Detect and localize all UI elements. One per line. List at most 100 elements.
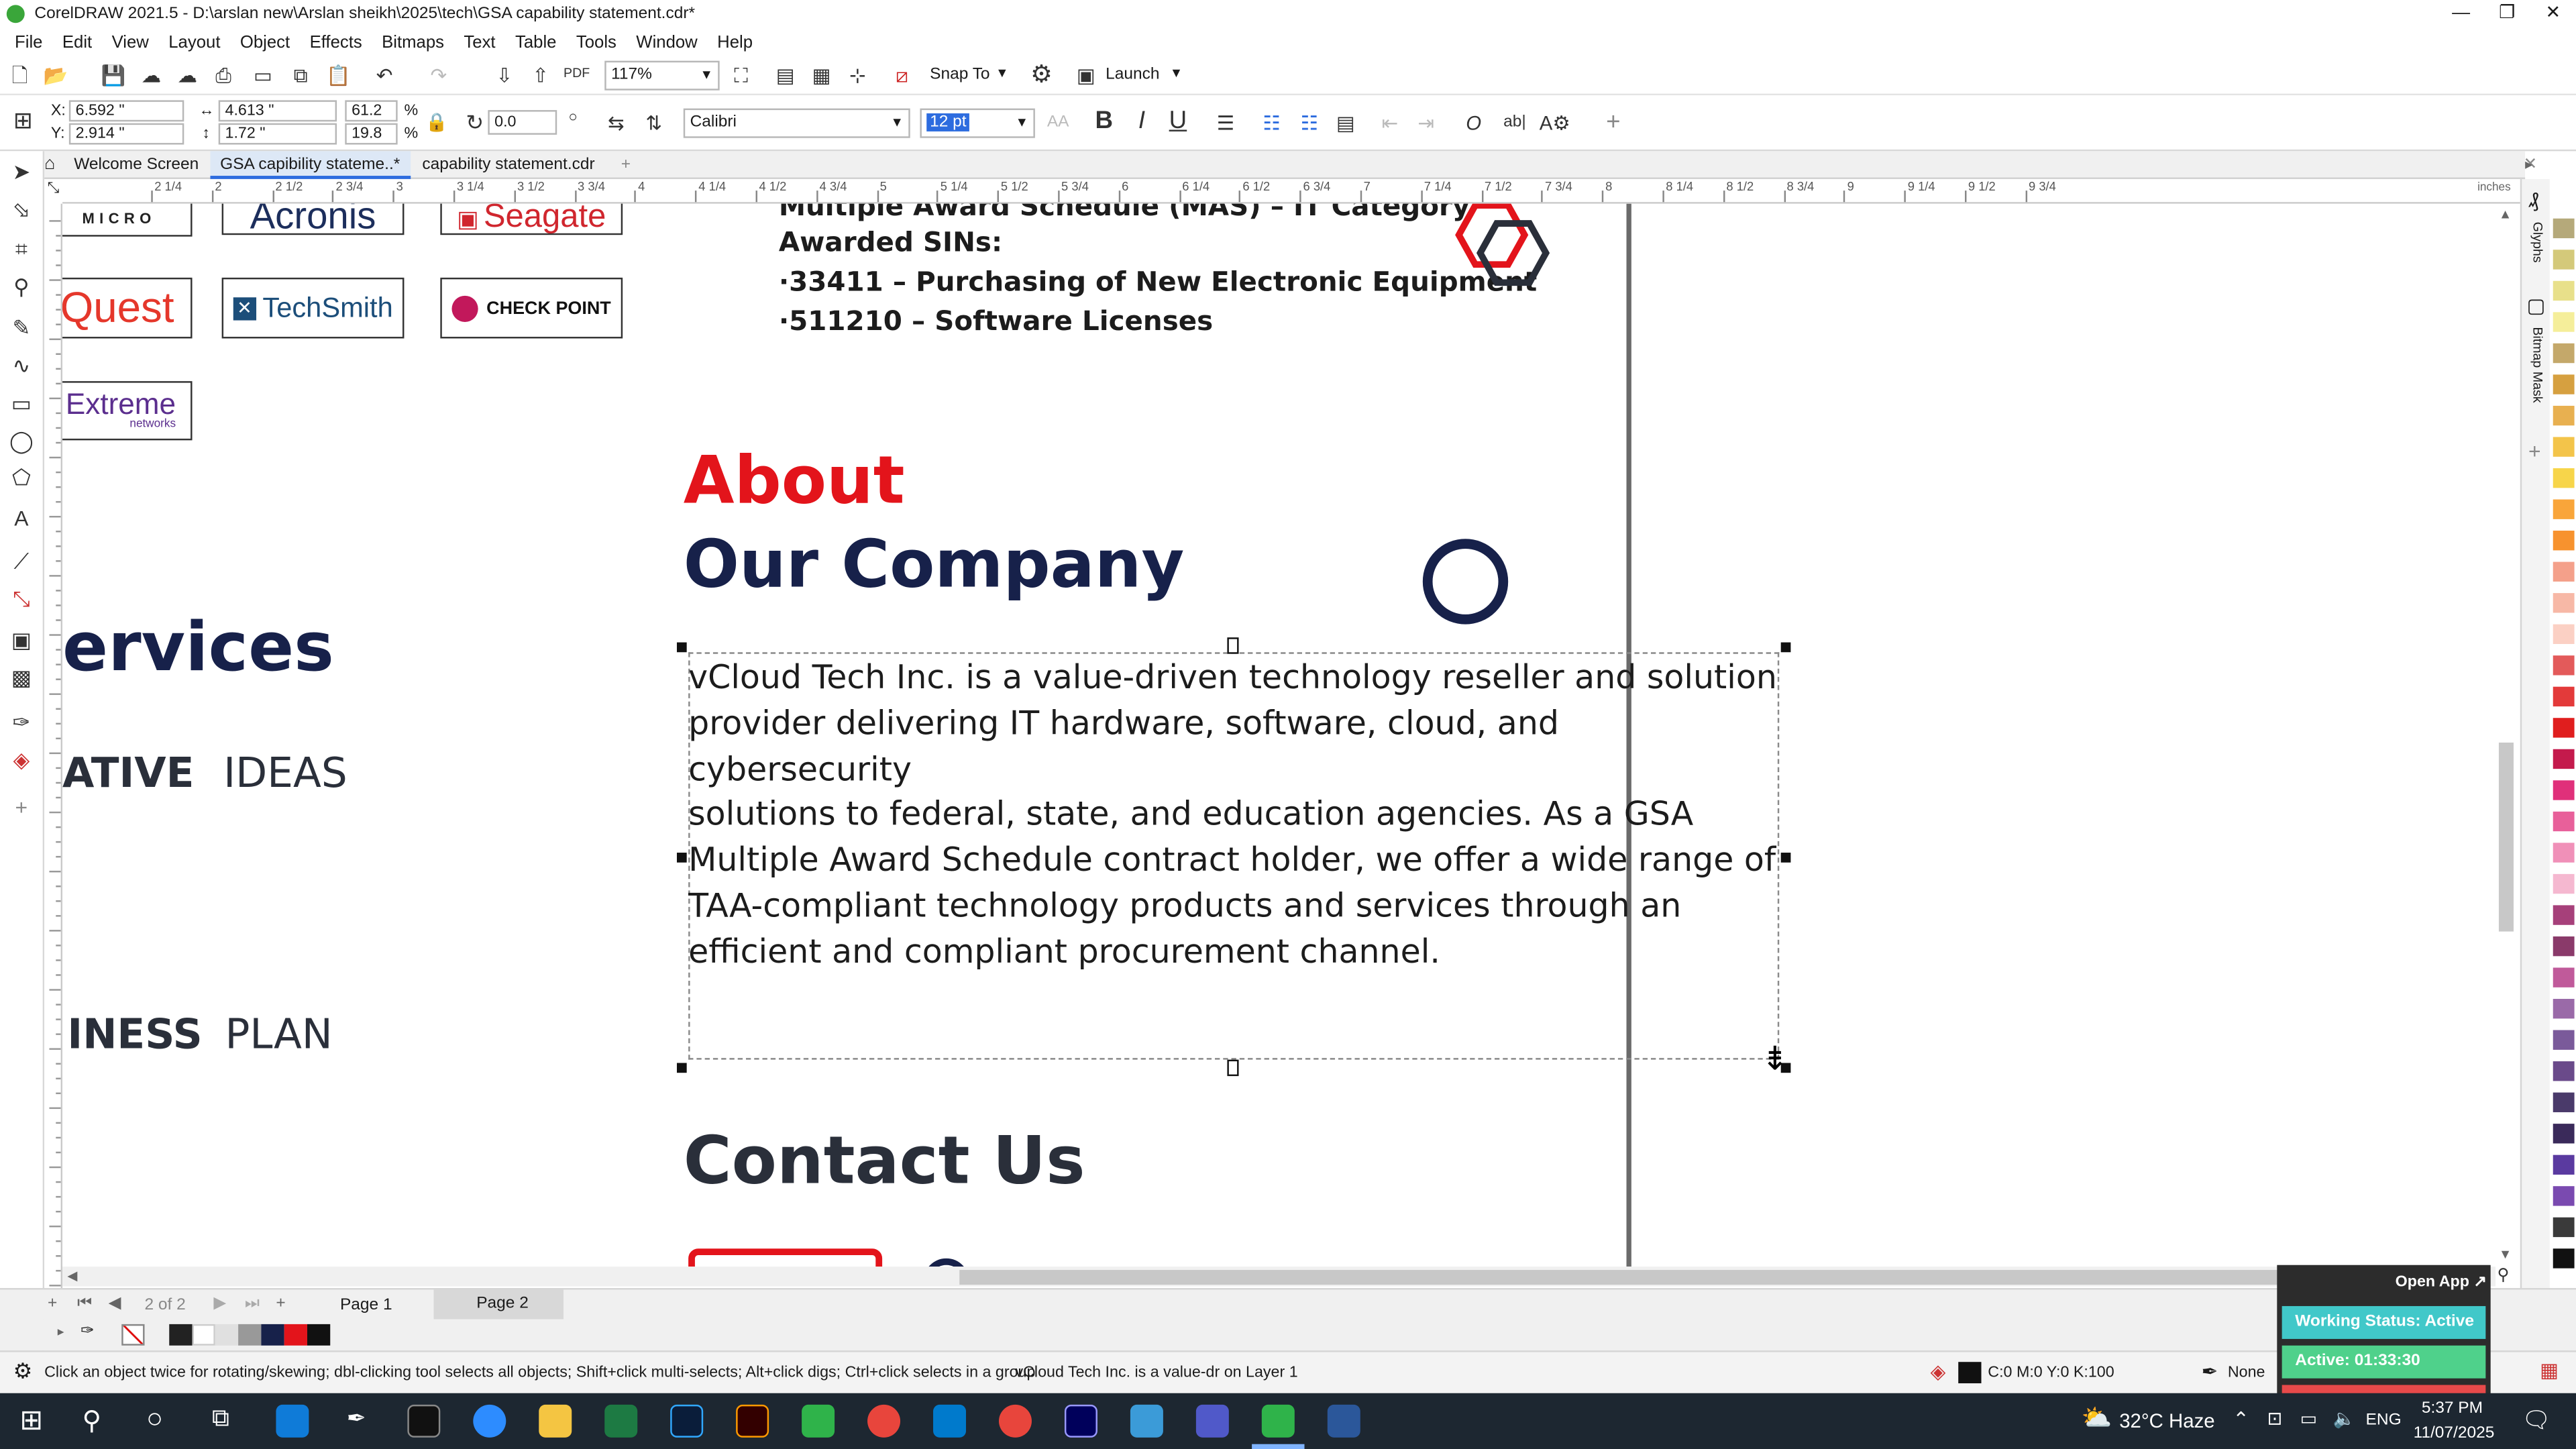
tab-welcome-screen[interactable]: Welcome Screen — [64, 151, 209, 179]
maximize-button[interactable]: ❐ — [2484, 0, 2530, 28]
drop-cap-icon[interactable]: ▤ — [1332, 109, 1358, 138]
menu-tools[interactable]: Tools — [566, 32, 626, 52]
transparency-icon[interactable]: ▩ — [7, 665, 36, 692]
horizontal-ruler[interactable]: 2 1/4 2 2 1/2 2 3/4 3 3 1/4 3 1/2 3 3/4 4 4 1/4 4 … — [62, 178, 2522, 204]
palette-swatch[interactable] — [2553, 1248, 2575, 1269]
palette-swatch[interactable] — [2553, 655, 2575, 676]
add-page-icon[interactable]: + — [48, 1295, 57, 1313]
palette-swatch[interactable] — [2553, 468, 2575, 488]
palette-swatch[interactable] — [2553, 499, 2575, 519]
coreldraw-active-icon[interactable] — [1261, 1404, 1295, 1438]
print-icon[interactable]: ⎙ — [210, 61, 236, 91]
color-palette[interactable] — [2549, 178, 2576, 1313]
page-tab-1[interactable]: Page 1 — [340, 1296, 392, 1314]
palette-swatch[interactable] — [2553, 1217, 2575, 1238]
horizontal-scrollbar[interactable]: ◀ — [62, 1267, 2496, 1287]
glyphs-icon[interactable]: ₰ — [2528, 189, 2538, 212]
coreldraw-icon[interactable] — [802, 1404, 835, 1438]
palette-swatch[interactable] — [2553, 1030, 2575, 1050]
connector-tool-icon[interactable]: ⤡ — [7, 586, 36, 612]
menu-layout[interactable]: Layout — [159, 32, 231, 52]
add-docker-icon[interactable]: + — [2528, 439, 2541, 464]
vertical-scrollbar[interactable]: ▲ ▼ — [2496, 203, 2520, 1267]
last-page-icon[interactable]: ⏭ — [245, 1295, 260, 1313]
eyedropper-icon[interactable]: ✑ — [7, 710, 36, 736]
menu-file[interactable]: File — [0, 32, 52, 52]
first-page-icon[interactable]: ⏮ — [77, 1295, 92, 1313]
swatch-white[interactable] — [192, 1324, 215, 1346]
chevron-down-icon[interactable]: ▼ — [1170, 66, 1183, 80]
menu-window[interactable]: Window — [627, 32, 708, 52]
zoom-level-select[interactable]: 117% ▼ — [604, 60, 720, 91]
cloud-sync-icon[interactable]: ☁ — [174, 61, 201, 91]
prev-page-icon[interactable]: ◀ — [109, 1295, 121, 1313]
excel-icon[interactable] — [604, 1404, 638, 1438]
redo-icon[interactable]: ↷ — [425, 61, 451, 91]
docker-arrow-icon[interactable]: ▸ — [2525, 156, 2532, 174]
width-field[interactable]: 4.613 " — [218, 100, 337, 122]
swatch-gray[interactable] — [238, 1324, 262, 1346]
swatch-navy[interactable] — [261, 1324, 284, 1346]
underline-button[interactable]: U — [1165, 107, 1191, 136]
bitmap-mask-icon[interactable]: ▢ — [2527, 294, 2546, 317]
column-handle[interactable] — [1227, 637, 1239, 654]
palette-swatch[interactable] — [2553, 312, 2575, 332]
volume-icon[interactable]: 🔈 — [2333, 1408, 2356, 1429]
palette-swatch[interactable] — [2553, 1155, 2575, 1175]
column-handle[interactable] — [1227, 1059, 1239, 1077]
guidelines-icon[interactable]: ⊹ — [845, 61, 871, 91]
chevron-down-icon[interactable]: ▼ — [996, 66, 1008, 80]
bullet-list-icon[interactable]: ☷ — [1258, 109, 1285, 138]
vertical-scroll-thumb[interactable] — [2498, 742, 2514, 932]
word-icon[interactable] — [1327, 1404, 1360, 1438]
menu-table[interactable]: Table — [505, 32, 566, 52]
text-properties-icon[interactable]: ab| — [1501, 109, 1527, 138]
font-size-select[interactable]: 12 pt ▼ — [920, 108, 1035, 138]
selection-handle[interactable] — [1780, 853, 1791, 863]
height-field[interactable]: 1.72 " — [218, 123, 337, 145]
cut-icon[interactable]: ▭ — [250, 61, 276, 91]
palette-swatch[interactable] — [2553, 873, 2575, 894]
task-view-icon[interactable]: ⧉ — [212, 1405, 229, 1433]
new-document-icon[interactable]: 🗋 — [7, 61, 33, 91]
docker-tab-bitmap-mask[interactable]: Bitmap Mask — [2530, 327, 2544, 402]
save-icon[interactable]: 💾 — [100, 61, 126, 91]
wifi-icon[interactable]: ▭ — [2300, 1408, 2317, 1429]
y-position-field[interactable]: 2.914 " — [68, 123, 184, 145]
numbered-list-icon[interactable]: ☷ — [1296, 109, 1322, 138]
add-icon[interactable]: + — [1600, 109, 1626, 138]
artistic-media-icon[interactable]: ∿ — [7, 354, 36, 380]
new-tab-icon[interactable]: + — [611, 151, 641, 179]
home-icon[interactable]: ⌂ — [44, 151, 60, 179]
no-color-swatch[interactable] — [121, 1324, 145, 1346]
language-indicator[interactable]: ENG — [2366, 1411, 2402, 1430]
selection-handle[interactable] — [676, 853, 687, 863]
export-icon[interactable]: ⇧ — [527, 61, 553, 91]
interactive-fill-icon[interactable]: ◈ — [7, 747, 36, 773]
palette-swatch[interactable] — [2553, 998, 2575, 1019]
terminal-icon[interactable] — [407, 1404, 441, 1438]
palette-swatch[interactable] — [2553, 718, 2575, 738]
palette-swatch[interactable] — [2553, 593, 2575, 613]
chrome-icon[interactable] — [867, 1404, 901, 1438]
font-list-icon[interactable]: AA — [1045, 109, 1071, 138]
open-app-link[interactable]: Open App ↗ — [2396, 1273, 2487, 1291]
swatch-red[interactable] — [284, 1324, 307, 1346]
launch-dropdown[interactable]: Launch — [1106, 66, 1159, 84]
palette-swatch[interactable] — [2553, 1186, 2575, 1206]
eyedropper-icon[interactable]: ✑ — [80, 1322, 95, 1340]
swatch-light-gray[interactable] — [215, 1324, 239, 1346]
copy-icon[interactable]: ⧉ — [288, 61, 314, 91]
palette-swatch[interactable] — [2553, 967, 2575, 987]
selection-handle[interactable] — [676, 642, 687, 653]
tab-capability-statement[interactable]: capability statement.cdr — [413, 151, 605, 179]
fill-swatch[interactable] — [1958, 1362, 1982, 1384]
palette-swatch[interactable] — [2553, 780, 2575, 800]
x-position-field[interactable]: 6.592 " — [68, 100, 184, 122]
rectangle-tool-icon[interactable]: ▭ — [7, 391, 36, 417]
zoom-corner-icon[interactable]: ⚲ — [2497, 1267, 2509, 1285]
pick-tool-icon[interactable]: ➤ — [7, 160, 36, 186]
clock-time[interactable]: 5:37 PM — [2422, 1400, 2483, 1418]
grid-icon[interactable]: ▦ — [808, 61, 835, 91]
ellipse-tool-icon[interactable]: ◯ — [7, 429, 36, 455]
